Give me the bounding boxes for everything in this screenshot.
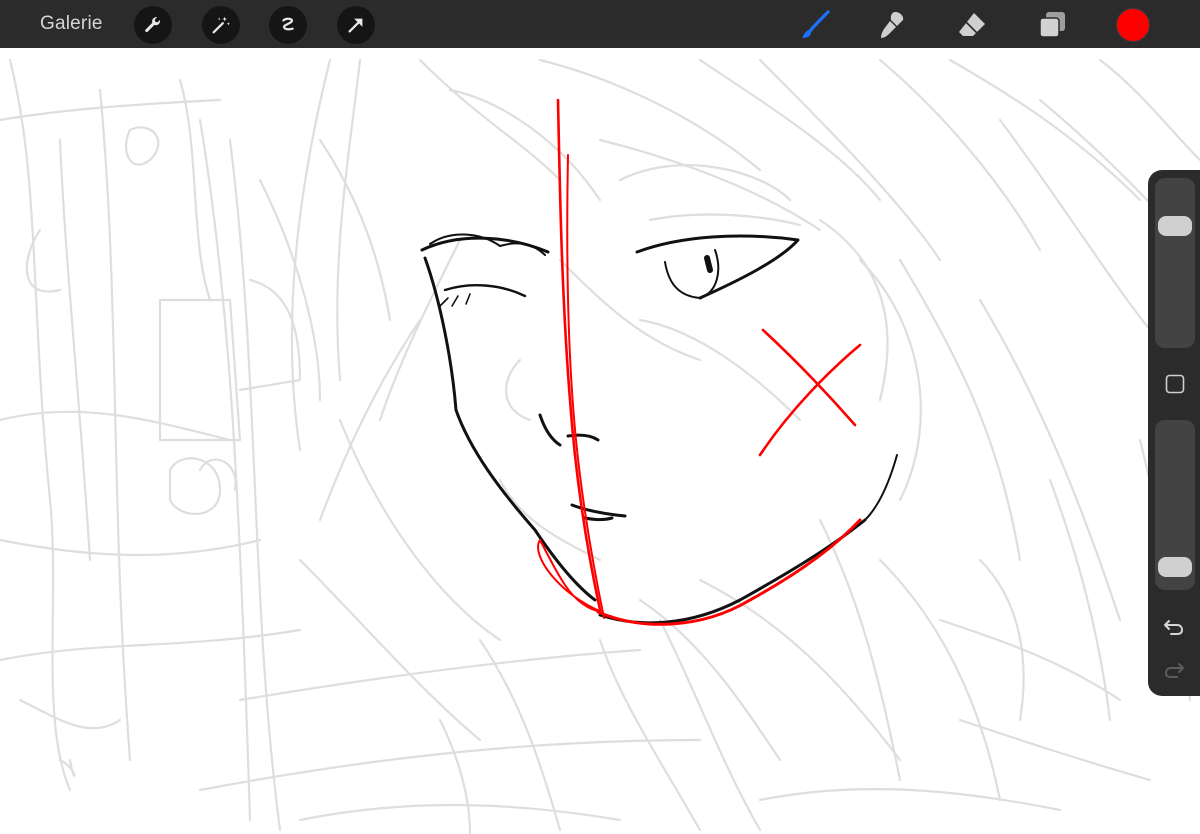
side-panel [1148,170,1200,696]
smudge-tool-button[interactable] [872,6,912,44]
magic-wand-icon [212,16,230,34]
layers-button[interactable] [1032,6,1072,44]
opacity-handle[interactable] [1158,557,1192,578]
smudge-icon [881,12,904,38]
redo-button[interactable] [1162,658,1186,682]
top-toolbar: Galerie [0,0,1200,48]
brush-size-slider[interactable] [1155,178,1195,348]
brush-tool-button[interactable] [796,6,836,44]
transform-arrow-icon [348,18,363,33]
eraser-tool-button[interactable] [952,6,992,44]
drawing-canvas[interactable] [0,48,1200,834]
modify-button[interactable] [1164,373,1186,395]
selection-icon [282,17,294,31]
layers-icon [1039,12,1065,38]
undo-icon [1164,620,1184,635]
brush-icon [802,10,830,38]
brush-size-handle[interactable] [1158,215,1192,236]
eraser-icon [959,13,985,36]
modify-button-icon [1165,374,1185,394]
undo-button[interactable] [1162,615,1186,639]
gallery-button[interactable]: Galerie [40,12,103,36]
wrench-icon [145,16,161,33]
transform-button[interactable] [337,6,375,44]
color-picker-button[interactable] [1116,8,1150,42]
selection-button[interactable] [269,6,307,44]
redo-icon [1164,663,1184,678]
actions-button[interactable] [134,6,172,44]
opacity-slider[interactable] [1155,420,1195,590]
adjustments-button[interactable] [202,6,240,44]
